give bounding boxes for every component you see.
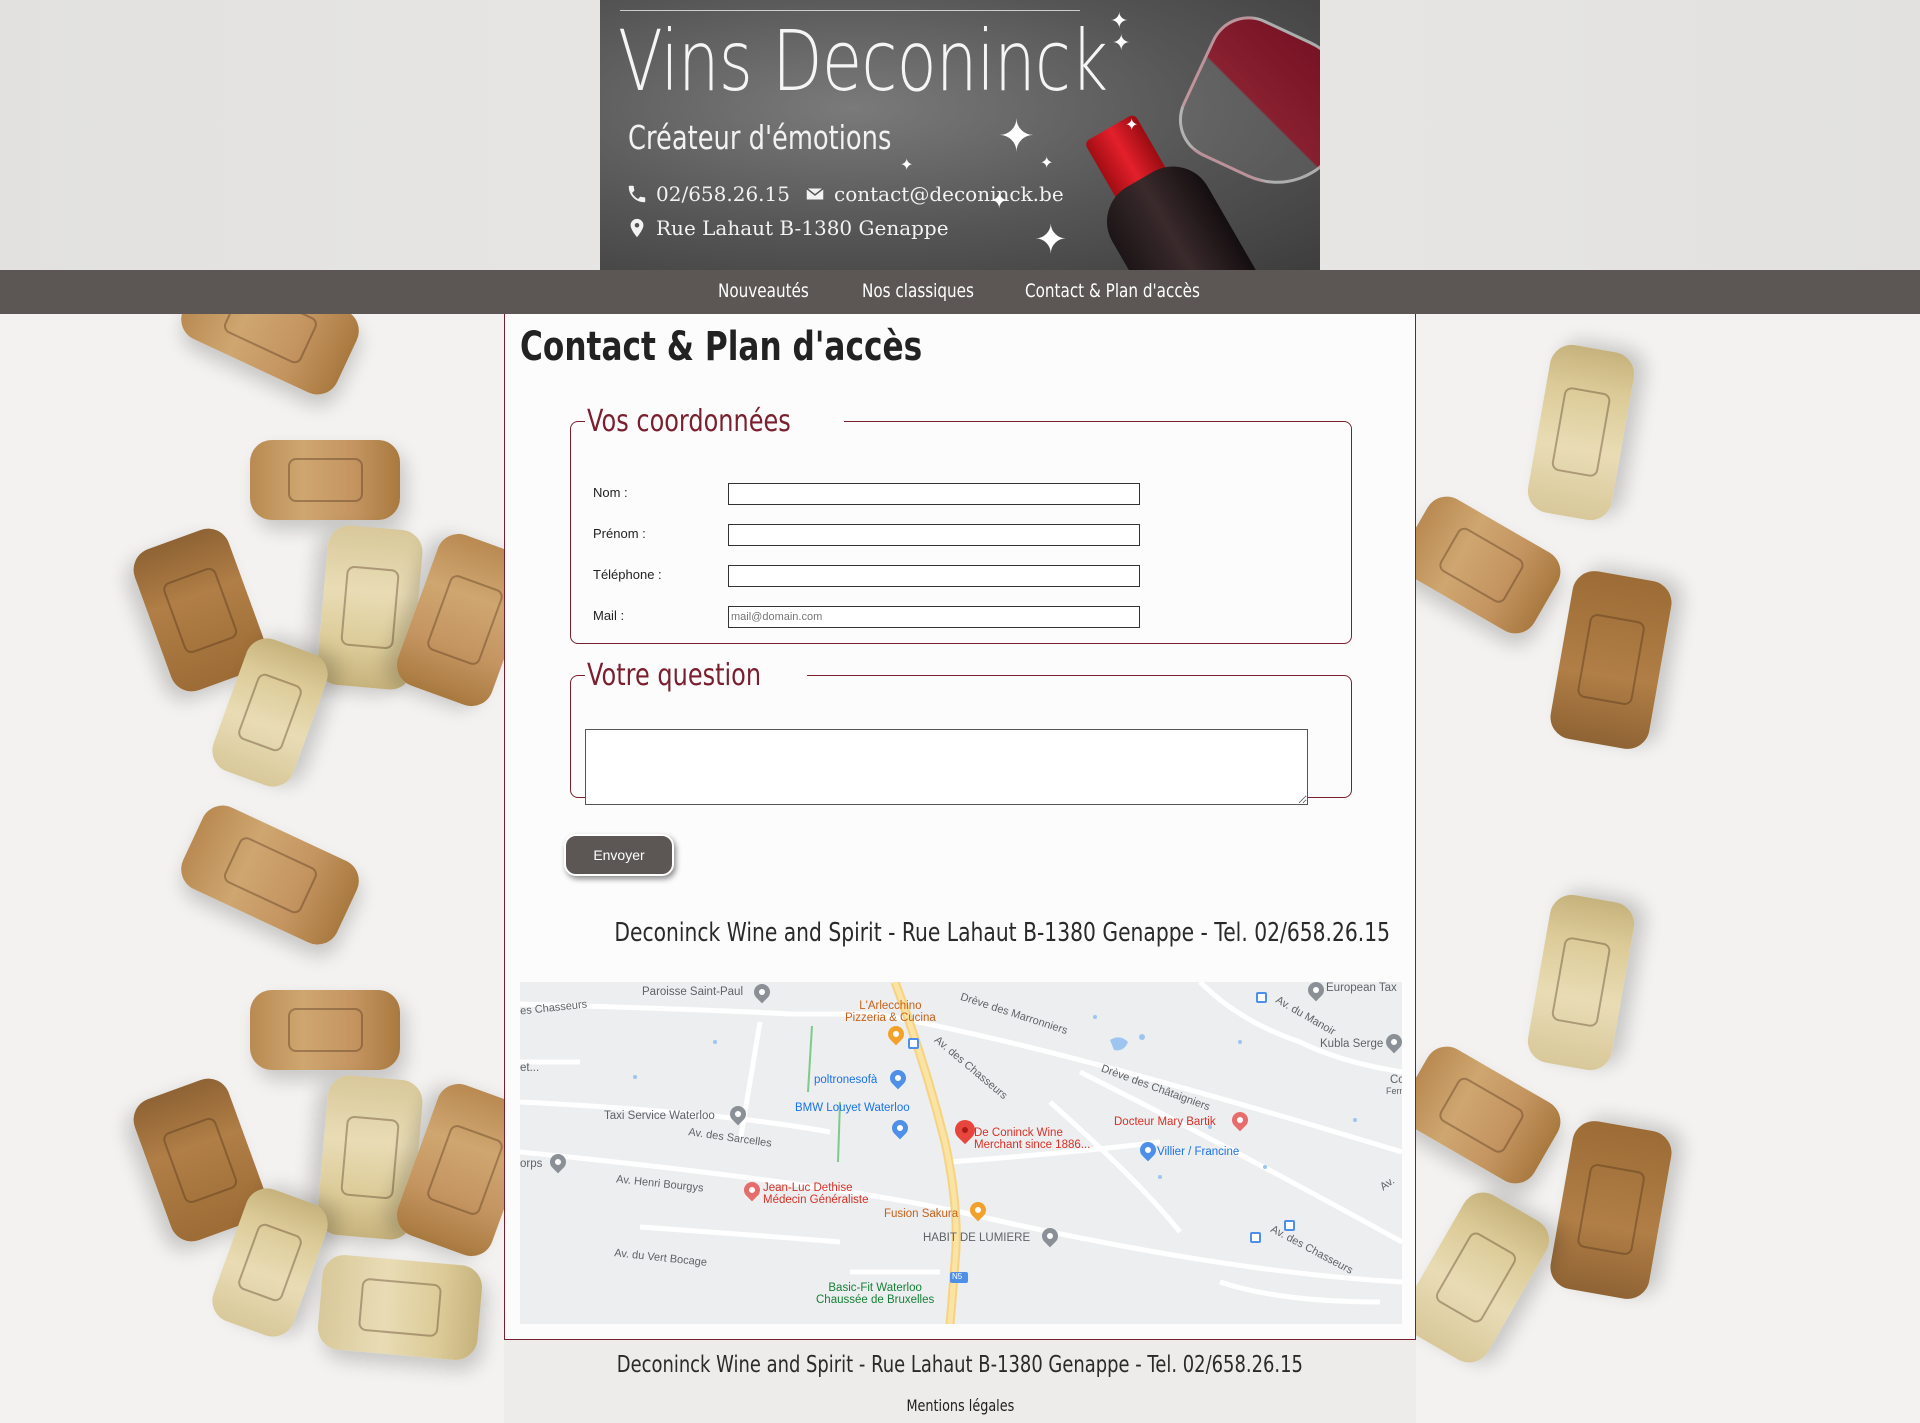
map-label-ferm: Ferm xyxy=(1386,1086,1402,1096)
map-label-jeanluc: Jean-Luc Dethise Médecin Généraliste xyxy=(763,1182,869,1206)
sparkle-icon: ✦ xyxy=(998,112,1035,161)
bus-stop-icon[interactable] xyxy=(1256,992,1267,1003)
sparkle-icon: ✦ xyxy=(990,188,1009,213)
map-label-taxi: Taxi Service Waterloo xyxy=(604,1110,715,1122)
cork-image xyxy=(173,798,367,952)
firstname-label: Prénom : xyxy=(593,526,646,541)
sparkle-icon: ✦ xyxy=(1110,8,1129,33)
map-label-fusion: Fusion Sakura xyxy=(884,1208,959,1220)
google-map[interactable]: Paroisse Saint-Paul es Chasseurs L'Arlec… xyxy=(520,982,1402,1324)
contact-details-legend: Vos coordonnées xyxy=(587,404,791,439)
email-label: Mail : xyxy=(593,608,625,623)
map-label-co: Co xyxy=(1390,1074,1402,1086)
map-label-docteur: Docteur Mary Bartik xyxy=(1114,1116,1216,1128)
question-legend: Votre question xyxy=(587,658,762,693)
bus-stop-icon[interactable] xyxy=(1250,1232,1261,1243)
map-label-kubla: Kubla Serge xyxy=(1320,1038,1384,1050)
contact-details-fieldset: Vos coordonnées Nom : Prénom : Téléphone… xyxy=(570,404,1352,644)
map-label-basicfit: Basic-Fit Waterloo Chaussée de Bruxelles xyxy=(816,1282,935,1306)
brand-tagline: Créateur d'émotions xyxy=(628,118,892,157)
map-label-et: et... xyxy=(520,1062,540,1074)
cork-image xyxy=(316,1253,484,1362)
sparkle-icon: ✦ xyxy=(900,157,914,174)
sparkle-icon: ✦ xyxy=(1125,117,1139,134)
name-label: Nom : xyxy=(593,485,628,500)
question-textarea[interactable] xyxy=(585,729,1308,805)
bus-stop-icon[interactable] xyxy=(908,1038,919,1049)
map-label-deconinck: De Coninck Wine Merchant since 1886... xyxy=(974,1127,1091,1151)
cork-image xyxy=(1524,341,1638,524)
map-label-orps: orps xyxy=(520,1158,543,1170)
sparkle-icon: ✦ xyxy=(1112,30,1131,55)
map-label-paroisse: Paroisse Saint-Paul xyxy=(642,986,743,998)
phone-row: Téléphone : xyxy=(571,565,1353,589)
map-label-villier: Villier / Francine xyxy=(1157,1146,1240,1158)
map-label-arlecchino: L'Arlecchino Pizzeria & Cucina xyxy=(845,1000,936,1024)
sparkle-icon: ✦ xyxy=(1040,155,1054,172)
street-address: Rue Lahaut B-1380 Genappe xyxy=(656,216,949,240)
footer-address: Deconinck Wine and Spirit - Rue Lahaut B… xyxy=(616,1352,1304,1378)
brand-title: Vins Deconinck xyxy=(618,12,1108,110)
sparkle-icon: ✦ xyxy=(1034,218,1068,262)
cork-image xyxy=(250,990,400,1070)
map-label-european: European Tax xyxy=(1326,982,1397,994)
map-label-bmw: BMW Louyet Waterloo xyxy=(795,1102,910,1114)
location-pin-icon xyxy=(630,218,644,238)
main-navigation: Nouveautés Nos classiques Contact & Plan… xyxy=(0,270,1920,314)
phone-label: Téléphone : xyxy=(593,567,662,582)
email-address: contact@deconinck.be xyxy=(834,182,1064,206)
question-fieldset: Votre question xyxy=(570,658,1352,805)
cork-image xyxy=(1546,567,1676,753)
legal-notice-link[interactable]: Mentions légales xyxy=(906,1396,1014,1415)
cork-image xyxy=(250,440,400,520)
map-label-habit: HABIT DE LUMIERE xyxy=(923,1232,1031,1244)
phone-info: 02/658.26.15 xyxy=(626,182,790,206)
right-cork-background xyxy=(1416,270,1920,1423)
email-info: contact@deconinck.be xyxy=(804,182,1064,206)
envelope-icon xyxy=(806,187,824,200)
phone-number: 02/658.26.15 xyxy=(656,182,790,206)
footer-legal: Mentions légales xyxy=(504,1396,1416,1415)
bus-stop-icon[interactable] xyxy=(1284,1220,1295,1231)
header-banner[interactable]: Vins Deconinck Créateur d'émotions 02/65… xyxy=(600,0,1320,270)
map-label-poltronesofa: poltronesofà xyxy=(814,1074,878,1086)
address-info: Rue Lahaut B-1380 Genappe xyxy=(626,216,949,240)
phone-icon xyxy=(628,185,646,203)
cork-image xyxy=(1524,891,1638,1074)
nav-nos-classiques[interactable]: Nos classiques xyxy=(862,280,974,302)
email-row: Mail : xyxy=(571,606,1353,630)
cork-image xyxy=(1546,1117,1676,1303)
nav-nouveautes[interactable]: Nouveautés xyxy=(718,280,809,302)
page-title: Contact & Plan d'accès xyxy=(520,324,923,370)
content-panel: Contact & Plan d'accès Vos coordonnées N… xyxy=(504,314,1416,1340)
firstname-row: Prénom : xyxy=(571,524,1353,548)
banner-divider xyxy=(620,10,1080,11)
nav-contact[interactable]: Contact & Plan d'accès xyxy=(1025,280,1200,302)
firstname-input[interactable] xyxy=(728,524,1140,546)
name-row: Nom : xyxy=(571,483,1353,507)
cork-image xyxy=(1416,1184,1558,1371)
map-label-n5: N5 xyxy=(952,1272,963,1281)
send-button[interactable]: Envoyer xyxy=(564,834,674,876)
email-input[interactable] xyxy=(728,606,1140,628)
company-address-line: Deconinck Wine and Spirit - Rue Lahaut B… xyxy=(614,918,1391,948)
left-cork-background xyxy=(0,270,504,1423)
phone-input[interactable] xyxy=(728,565,1140,587)
name-input[interactable] xyxy=(728,483,1140,505)
